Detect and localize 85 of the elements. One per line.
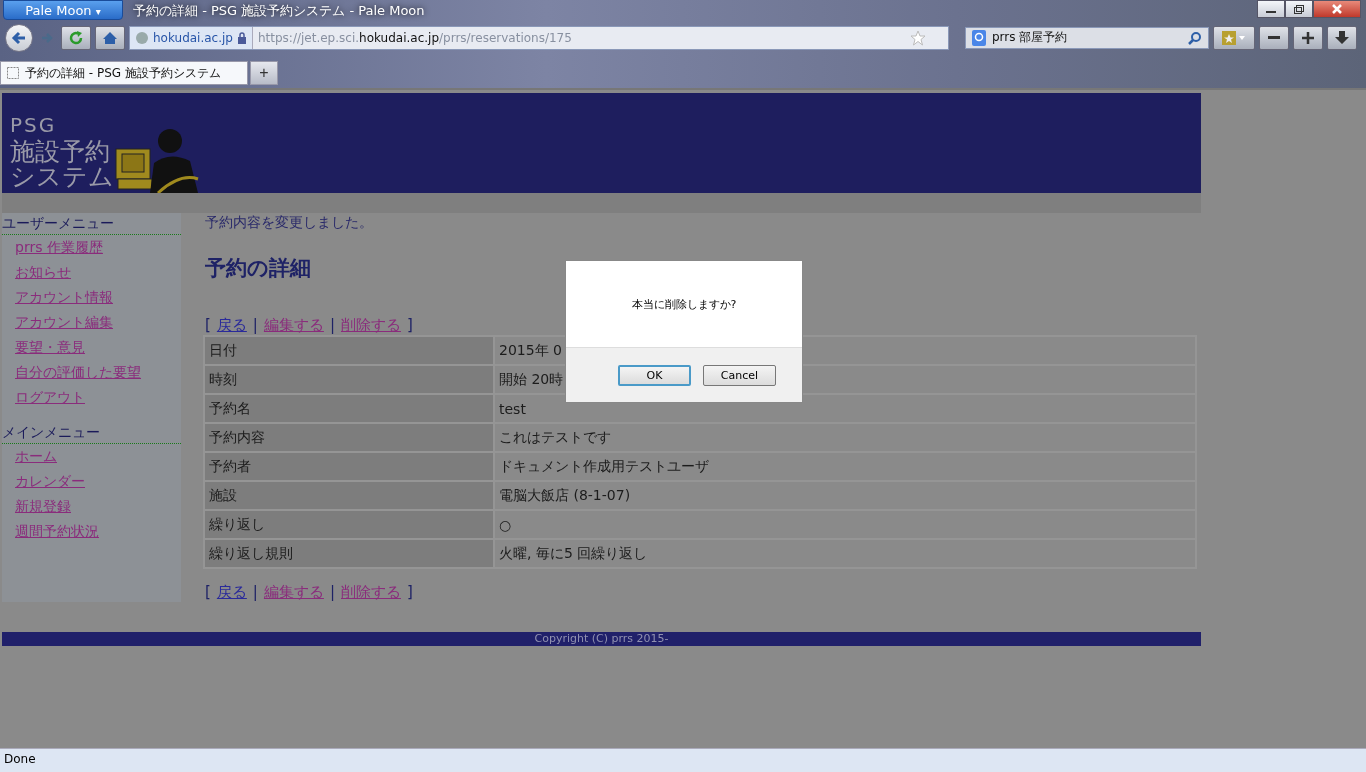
browser-tab[interactable]: 予約の詳細 - PSG 施設予約システム (0, 61, 248, 85)
action-link[interactable]: 削除する (341, 316, 401, 335)
zoom-in-button[interactable] (1293, 25, 1323, 50)
minimize-button[interactable] (1257, 0, 1285, 18)
link-separator: [ (205, 316, 211, 334)
field-value: これはテストです (495, 424, 1195, 451)
link-separator: [ (205, 583, 211, 601)
menu-heading: メインメニュー (2, 422, 181, 444)
link-separator: | (329, 316, 335, 334)
app-menu-button[interactable]: Pale Moon ▾ (3, 0, 123, 20)
field-label: 予約者 (205, 453, 493, 480)
globe-icon (135, 30, 149, 45)
field-label: 繰り返し (205, 511, 493, 538)
address-bar[interactable]: hokudai.ac.jp https://jet.ep.sci.hokudai.ac.jp/prrs/reservations/175 (129, 25, 949, 50)
url-text: https://jet.ep.sci.hokudai.ac.jp/prrs/reservations/175 (257, 30, 572, 45)
search-engine-icon[interactable] (972, 29, 986, 46)
home-button[interactable] (95, 25, 125, 50)
restore-icon (1293, 4, 1305, 14)
close-button[interactable] (1313, 0, 1361, 18)
menu-link[interactable]: アカウント編集 (15, 314, 113, 330)
menu-link[interactable]: カレンダー (15, 473, 85, 489)
window-title: 予約の詳細 - PSG 施設予約システム - Pale Moon (133, 2, 425, 20)
menu-heading: ユーザーメニュー (2, 213, 181, 235)
back-arrow-icon (11, 30, 27, 45)
reload-button[interactable] (61, 25, 91, 50)
new-tab-button[interactable]: + (250, 61, 278, 85)
search-field[interactable]: prrs 部屋予約 (965, 26, 1209, 49)
zoom-out-button[interactable] (1259, 25, 1289, 50)
restore-button[interactable] (1285, 0, 1313, 18)
link-separator: | (252, 583, 258, 601)
menu-link[interactable]: アカウント情報 (15, 289, 113, 305)
dialog-button[interactable]: OK (618, 364, 691, 386)
close-icon (1330, 3, 1344, 15)
action-link[interactable]: 戻る (216, 316, 247, 335)
search-icon[interactable] (1188, 30, 1202, 45)
field-label: 施設 (205, 482, 493, 509)
back-button[interactable] (5, 23, 33, 52)
bookmark-star-icon[interactable] (910, 29, 926, 46)
field-value: ○ (495, 511, 1195, 538)
copyright-text: Copyright (C) prrs 2015- (534, 632, 669, 645)
menu-link[interactable]: ホーム (15, 448, 57, 464)
minimize-icon (1266, 11, 1276, 13)
menu-link[interactable]: 要望・意見 (15, 339, 85, 355)
field-value: 電脳大飯店 (8-1-07) (495, 482, 1195, 509)
field-label: 時刻 (205, 366, 493, 393)
dialog-button[interactable]: Cancel (703, 364, 776, 386)
logo-text: PSG (10, 115, 58, 135)
bookmarks-button[interactable] (1213, 25, 1255, 50)
field-label: 予約名 (205, 395, 493, 422)
action-link[interactable]: 編集する (263, 316, 324, 335)
link-separator: | (252, 316, 258, 334)
menu-link[interactable]: 新規登録 (15, 498, 71, 514)
field-label: 予約内容 (205, 424, 493, 451)
menu-link[interactable]: お知らせ (15, 264, 71, 280)
menu-link[interactable]: prrs 作業履歴 (15, 239, 103, 255)
dialog-message: 本当に削除しますか? (630, 296, 738, 313)
lock-icon (236, 31, 247, 44)
logo-text: システム (10, 164, 114, 189)
plus-icon (1301, 30, 1315, 45)
field-value: 火曜, 毎に5 回繰り返し (495, 540, 1195, 567)
page-icon (7, 67, 19, 79)
action-link[interactable]: 編集する (263, 583, 324, 602)
menu-link[interactable]: ログアウト (15, 389, 85, 405)
link-separator: ] (407, 583, 413, 601)
logo-text: 施設予約 (10, 139, 111, 164)
download-button[interactable] (1327, 25, 1357, 50)
status-message: 予約内容を変更しました。 (205, 214, 374, 232)
action-link[interactable]: 削除する (341, 583, 401, 602)
bookmarks-icon (1222, 30, 1246, 45)
link-separator: | (329, 583, 335, 601)
site-identity[interactable]: hokudai.ac.jp (130, 26, 253, 49)
download-arrow-icon (1335, 30, 1349, 45)
minus-icon (1268, 36, 1280, 40)
menu-link[interactable]: 自分の評価した要望 (15, 364, 141, 380)
menu-link[interactable]: 週間予約状況 (15, 523, 99, 539)
status-text: Done (4, 752, 36, 766)
field-value: test (495, 395, 1195, 422)
reload-icon (68, 29, 84, 46)
field-label: 日付 (205, 337, 493, 364)
field-label: 繰り返し規則 (205, 540, 493, 567)
home-icon (102, 30, 118, 45)
page-heading: 予約の詳細 (205, 255, 312, 282)
link-separator: ] (407, 316, 413, 334)
field-value: ドキュメント作成用テストユーザ (495, 453, 1195, 480)
action-link[interactable]: 戻る (216, 583, 247, 602)
